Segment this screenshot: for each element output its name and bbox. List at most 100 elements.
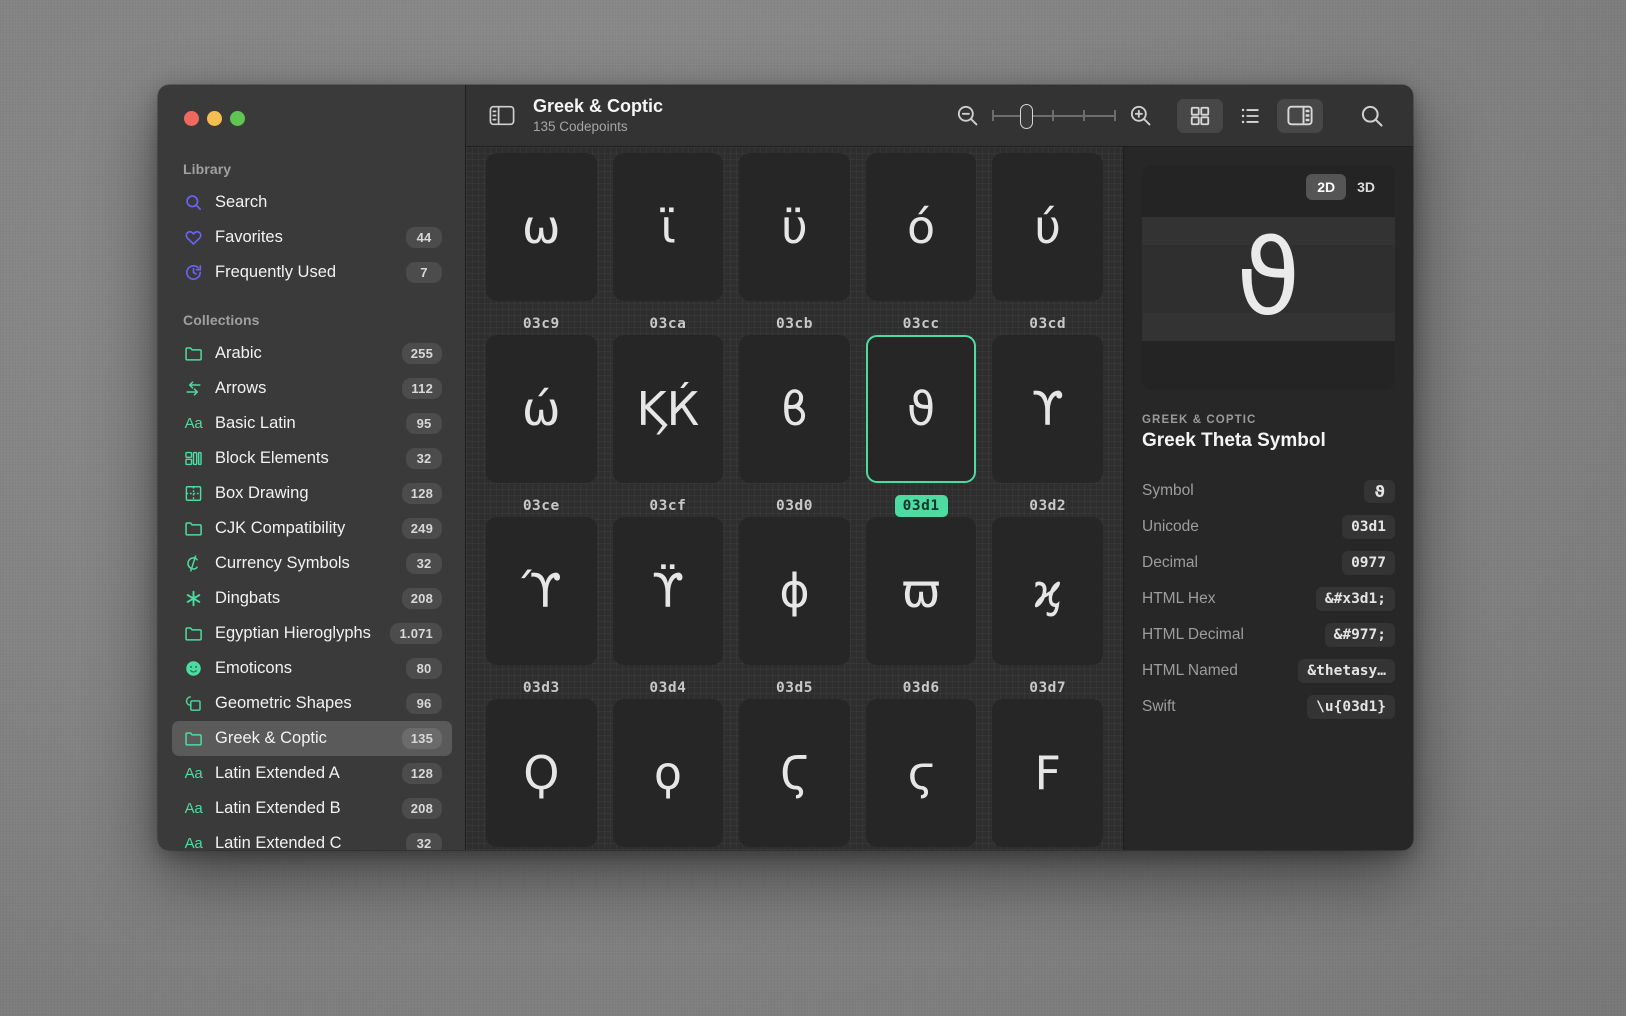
glyph-cell[interactable]: Ϝ <box>984 699 1111 850</box>
sidebar-item-latin-extended-a[interactable]: Aa Latin Extended A 128 <box>172 756 452 791</box>
sidebar-item-basic-latin[interactable]: Aa Basic Latin 95 <box>172 406 452 441</box>
glyph-cell[interactable]: ϒ 03d2 <box>984 335 1111 517</box>
glyph-tile[interactable]: Ϛ <box>739 699 850 847</box>
property-value[interactable]: ϑ <box>1364 479 1395 503</box>
glyph-cell[interactable]: ϙ <box>605 699 732 850</box>
sidebar-scroll[interactable]: Library Search Favorites 44 Frequently U… <box>158 147 466 850</box>
glyph-tile[interactable]: ϏЌ <box>612 335 724 483</box>
glyph-tile[interactable]: ϋ <box>739 153 850 301</box>
dimension-3d-button[interactable]: 3D <box>1346 174 1386 200</box>
dimension-2d-button[interactable]: 2D <box>1306 174 1347 200</box>
glyph-cell[interactable]: ϖ 03d6 <box>858 517 985 699</box>
zoom-in-icon[interactable] <box>1128 103 1153 128</box>
sidebar-item-greek-and-coptic[interactable]: Greek & Coptic 135 <box>172 721 452 756</box>
glyph-cell[interactable]: ϛ <box>858 699 985 850</box>
slider-tick <box>992 110 994 121</box>
glyph-tile[interactable]: ϛ <box>865 699 977 847</box>
glyph-tile[interactable]: ϑ <box>865 335 977 483</box>
property-row-html-hex: HTML Hex &#x3d1; <box>1142 586 1395 612</box>
glyph-tile[interactable]: ϙ <box>612 699 724 847</box>
glyph-preview[interactable]: 2D 3D ϑ <box>1142 165 1395 390</box>
glyph-tile[interactable]: ϖ <box>865 517 977 665</box>
glyph-tile[interactable]: Ϙ <box>486 699 597 847</box>
glyph-cell[interactable]: ϋ 03cb <box>731 153 858 335</box>
sidebar-item-label: Arrows <box>215 379 267 397</box>
sidebar-item-egyptian-hieroglyphs[interactable]: Egyptian Hieroglyphs 1.071 <box>172 616 452 651</box>
glyph-cell[interactable]: ϕ 03d5 <box>731 517 858 699</box>
glyph-cell[interactable]: ύ 03cd <box>984 153 1111 335</box>
glyph-cell[interactable]: ϔ 03d4 <box>605 517 732 699</box>
glyph-character: ϐ <box>780 382 809 436</box>
sidebar-item-badge: 135 <box>401 728 442 749</box>
search-icon[interactable] <box>1357 101 1387 131</box>
zoom-slider[interactable] <box>992 103 1116 129</box>
glyph-tile[interactable]: ϕ <box>739 517 850 665</box>
glyph-tile[interactable]: ϗ <box>992 517 1103 665</box>
slider-knob[interactable] <box>1020 103 1033 129</box>
property-value[interactable]: \u{03d1} <box>1307 695 1395 719</box>
sidebar-item-favorites[interactable]: Favorites 44 <box>172 220 452 255</box>
glyph-grid-pane[interactable]: ω 03c9 ϊ 03ca ϋ 03cb ό 03cc ύ 03cd ώ 03c… <box>466 147 1123 850</box>
sidebar-item-dingbats[interactable]: Dingbats 208 <box>172 581 452 616</box>
property-label: HTML Named <box>1142 662 1238 679</box>
sidebar-right-icon[interactable] <box>1277 98 1323 133</box>
glyph-cell[interactable]: ώ 03ce <box>478 335 605 517</box>
sidebar-item-search[interactable]: Search <box>172 185 452 220</box>
glyph-cell[interactable]: Ϛ <box>731 699 858 850</box>
sidebar-item-box-drawing[interactable]: Box Drawing 128 <box>172 476 452 511</box>
glyph-tile[interactable]: ϓ <box>486 517 597 665</box>
property-value[interactable]: &thetasy… <box>1298 659 1395 683</box>
property-value[interactable]: 0977 <box>1342 551 1395 575</box>
sidebar-item-badge: 255 <box>401 343 442 364</box>
glyph-tile[interactable]: ϊ <box>612 153 724 301</box>
glyph-cell-selected[interactable]: ϑ 03d1 <box>858 335 985 517</box>
glyph-codepoint: 03d3 <box>522 680 560 696</box>
asterisk-icon <box>183 588 204 609</box>
sidebar-item-latin-extended-c[interactable]: Aa Latin Extended C 32 <box>172 826 452 850</box>
aa-icon: Aa <box>184 415 203 432</box>
zoom-button[interactable] <box>230 111 245 126</box>
slider-tick <box>1114 110 1116 121</box>
zoom-out-icon[interactable] <box>955 103 980 128</box>
glyph-tile[interactable]: ό <box>865 153 977 301</box>
glyph-cell[interactable]: ϗ 03d7 <box>984 517 1111 699</box>
sidebar-item-badge: 208 <box>401 588 442 609</box>
sidebar-item-badge: 95 <box>406 413 442 434</box>
close-button[interactable] <box>184 111 199 126</box>
glyph-cell[interactable]: ϐ 03d0 <box>731 335 858 517</box>
glyph-tile[interactable]: ώ <box>486 335 597 483</box>
sidebar-item-block-elements[interactable]: Block Elements 32 <box>172 441 452 476</box>
glyph-cell[interactable]: ϏЌ 03cf <box>605 335 732 517</box>
sidebar-item-frequently-used[interactable]: Frequently Used 7 <box>172 255 452 290</box>
sidebar-item-geometric-shapes[interactable]: Geometric Shapes 96 <box>172 686 452 721</box>
minimize-button[interactable] <box>207 111 222 126</box>
sidebar-item-arrows[interactable]: Arrows 112 <box>172 371 452 406</box>
glyph-tile[interactable]: ύ <box>992 153 1103 301</box>
property-value[interactable]: 03d1 <box>1342 515 1395 539</box>
glyph-codepoint: 03ce <box>522 498 560 514</box>
grid-view-icon[interactable] <box>1177 98 1223 133</box>
sidebar-item-cjk-compatibility[interactable]: CJK Compatibility 249 <box>172 511 452 546</box>
glyph-tile[interactable]: ϒ <box>992 335 1103 483</box>
property-value[interactable]: &#977; <box>1324 623 1395 647</box>
glyph-tile[interactable]: Ϝ <box>992 699 1103 847</box>
sidebar-item-arabic[interactable]: Arabic 255 <box>172 336 452 371</box>
glyph-character: ω <box>522 200 561 254</box>
glyph-tile[interactable]: ϔ <box>612 517 724 665</box>
glyph-cell[interactable]: ϓ 03d3 <box>478 517 605 699</box>
list-view-icon[interactable] <box>1227 99 1273 133</box>
glyph-tile[interactable]: ϐ <box>739 335 850 483</box>
glyph-cell[interactable]: ϊ 03ca <box>605 153 732 335</box>
glyph-codepoint: 03d5 <box>776 680 813 696</box>
sidebar-item-emoticons[interactable]: Emoticons 80 <box>172 651 452 686</box>
glyph-cell[interactable]: ω 03c9 <box>478 153 605 335</box>
sidebar-item-latin-extended-b[interactable]: Aa Latin Extended B 208 <box>172 791 452 826</box>
sidebar-left-icon[interactable] <box>486 100 518 132</box>
sidebar-item-label: Egyptian Hieroglyphs <box>215 624 371 642</box>
sidebar-item-currency-symbols[interactable]: Currency Symbols 32 <box>172 546 452 581</box>
property-value[interactable]: &#x3d1; <box>1315 587 1395 611</box>
slider-tick <box>1052 110 1054 121</box>
glyph-cell[interactable]: ό 03cc <box>858 153 985 335</box>
glyph-cell[interactable]: Ϙ <box>478 699 605 850</box>
glyph-tile[interactable]: ω <box>486 153 597 301</box>
